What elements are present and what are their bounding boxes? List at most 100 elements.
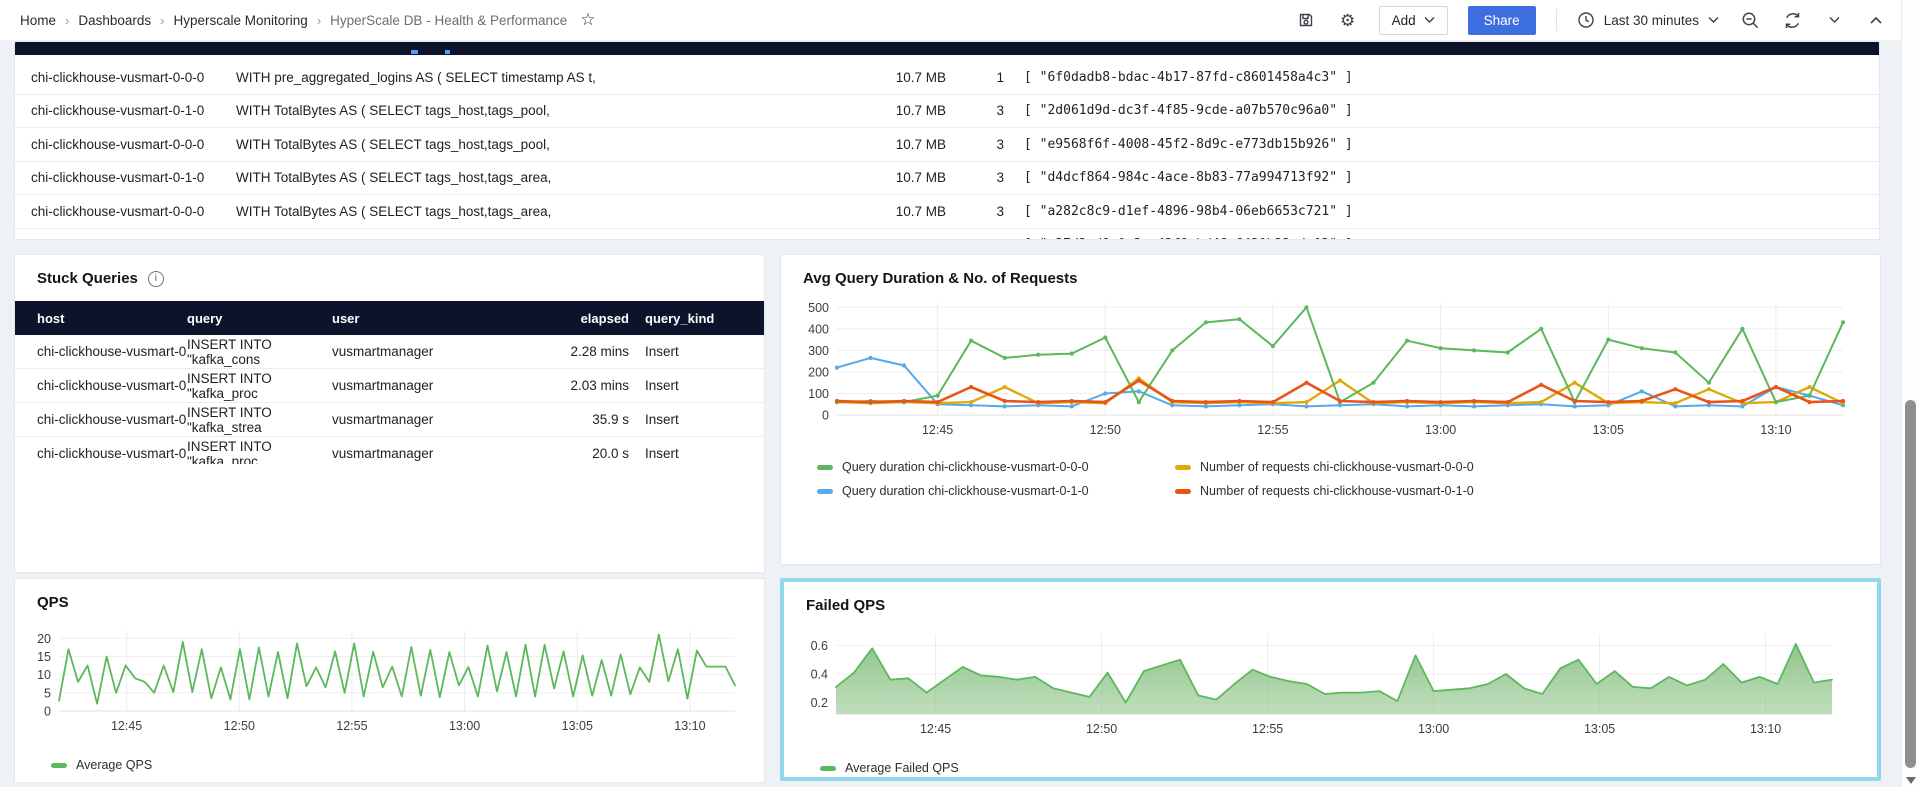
size-cell: 10.7 MB: [861, 103, 946, 118]
count-cell: 3: [946, 204, 1004, 219]
table-row[interactable]: chi-clickhouse-vusmart-0-1-0 WITH TotalB…: [15, 95, 1879, 129]
clipped-table-header: [15, 42, 1879, 55]
clipped-header-text: [445, 50, 450, 54]
host-cell: chi-clickhouse-vusmart-0: [37, 378, 187, 393]
svg-text:300: 300: [808, 344, 829, 358]
failed-qps-chart[interactable]: 0.20.40.612:4512:5012:5513:0013:0513:10: [794, 624, 1844, 752]
user-cell: vusmartmanager: [332, 412, 547, 427]
breadcrumb-home[interactable]: Home: [20, 13, 56, 28]
table-row[interactable]: chi-clickhouse-vusmart-0 INSERT INTO "ka…: [15, 335, 764, 369]
stuck-queries-header: host query user elapsed query_kind: [15, 301, 764, 335]
column-header-query[interactable]: query: [187, 311, 332, 326]
svg-text:12:45: 12:45: [922, 423, 953, 437]
table-row[interactable]: chi-clickhouse-vusmart-0-0-0 WITH TotalB…: [15, 128, 1879, 162]
share-button[interactable]: Share: [1468, 6, 1536, 35]
query-log-rows: chi-clickhouse-vusmart-0-0-0 WITH pre_ag…: [15, 55, 1879, 240]
chevron-up-icon[interactable]: [1865, 9, 1887, 31]
query-cell: WITH pre_aggregated_logins AS ( SELECT t…: [236, 70, 861, 85]
count-cell: 1: [946, 70, 1004, 85]
size-cell: 10.7 MB: [861, 137, 946, 152]
svg-text:0: 0: [44, 705, 51, 719]
qps-chart[interactable]: 0510152012:4512:5012:5513:0013:0513:10: [25, 621, 745, 749]
table-row[interactable]: chi-clickhouse-vusmart-0-1-0 WITH TotalB…: [15, 162, 1879, 196]
count-cell: 3: [946, 103, 1004, 118]
legend-item[interactable]: Number of requests chi-clickhouse-vusmar…: [1175, 484, 1870, 498]
table-row[interactable]: chi-clickhouse-vusmart-0 INSERT INTO "ka…: [15, 437, 764, 464]
svg-text:13:00: 13:00: [449, 719, 480, 733]
settings-gear-icon[interactable]: ⚙: [1337, 9, 1359, 31]
host-cell: chi-clickhouse-vusmart-0-1-0: [31, 237, 236, 240]
legend-item[interactable]: Query duration chi-clickhouse-vusmart-0-…: [817, 484, 1165, 498]
table-row[interactable]: chi-clickhouse-vusmart-0-1-0 SELECT "not…: [15, 229, 1879, 241]
table-row[interactable]: chi-clickhouse-vusmart-0 INSERT INTO "ka…: [15, 403, 764, 437]
chart-legend: Query duration chi-clickhouse-vusmart-0-…: [791, 454, 1870, 498]
size-cell: 10.7 MB: [861, 170, 946, 185]
column-header-user[interactable]: user: [332, 311, 547, 326]
column-header-query-kind[interactable]: query_kind: [629, 311, 729, 326]
legend-label: Average Failed QPS: [845, 761, 959, 775]
table-row[interactable]: chi-clickhouse-vusmart-0-0-0 WITH pre_ag…: [15, 61, 1879, 95]
svg-text:13:10: 13:10: [674, 719, 705, 733]
svg-text:0: 0: [822, 409, 829, 423]
elapsed-cell: 35.9 s: [547, 412, 629, 427]
query-kind-cell: Insert: [629, 344, 729, 359]
svg-text:15: 15: [37, 650, 51, 664]
legend-swatch: [1175, 465, 1191, 470]
query-ids-cell: [ "a282c8c9-d1ef-4896-98b4-06eb6653c721"…: [1004, 204, 1879, 219]
breadcrumb-folder[interactable]: Hyperscale Monitoring: [174, 13, 308, 28]
avg-query-duration-chart[interactable]: 010020030040050012:4512:5012:5513:0013:0…: [791, 297, 1851, 449]
svg-text:13:10: 13:10: [1760, 423, 1791, 437]
avg-query-duration-panel: Avg Query Duration & No. of Requests 010…: [780, 254, 1881, 565]
user-cell: vusmartmanager: [332, 378, 547, 393]
legend-swatch: [1175, 489, 1191, 494]
count-cell: 3: [946, 170, 1004, 185]
scrollbar-thumb[interactable]: [1905, 400, 1916, 768]
svg-text:13:00: 13:00: [1418, 722, 1449, 736]
breadcrumb-separator: ›: [65, 13, 69, 28]
host-cell: chi-clickhouse-vusmart-0-0-0: [31, 204, 236, 219]
refresh-options-chevron-icon[interactable]: [1823, 9, 1845, 31]
svg-text:13:05: 13:05: [1584, 722, 1615, 736]
legend-item[interactable]: Query duration chi-clickhouse-vusmart-0-…: [817, 460, 1165, 474]
save-icon[interactable]: [1295, 9, 1317, 31]
legend-swatch: [51, 763, 67, 768]
svg-text:13:05: 13:05: [1593, 423, 1624, 437]
breadcrumb-current: HyperScale DB - Health & Performance: [330, 13, 567, 28]
legend-label: Query duration chi-clickhouse-vusmart-0-…: [842, 484, 1089, 498]
svg-text:0.6: 0.6: [811, 639, 828, 653]
dashboard-page: Home › Dashboards › Hyperscale Monitorin…: [0, 0, 1918, 787]
legend-item[interactable]: Number of requests chi-clickhouse-vusmar…: [1175, 460, 1870, 474]
column-header-host[interactable]: host: [37, 311, 187, 326]
query-ids-cell: [ "e9568f6f-4008-45f2-8d9c-e773db15b926"…: [1004, 137, 1879, 152]
panel-title: Failed QPS: [806, 597, 885, 614]
favorite-star-icon[interactable]: ☆: [580, 10, 595, 30]
column-header-elapsed[interactable]: elapsed: [547, 311, 629, 326]
zoom-out-icon[interactable]: [1739, 9, 1761, 31]
info-icon[interactable]: i: [148, 271, 164, 287]
legend-item[interactable]: Average Failed QPS: [820, 761, 959, 775]
vertical-scrollbar[interactable]: [1901, 0, 1918, 787]
legend-item[interactable]: Average QPS: [51, 758, 152, 772]
add-button[interactable]: Add: [1379, 6, 1448, 35]
svg-text:12:55: 12:55: [1252, 722, 1283, 736]
query-cell: WITH TotalBytes AS ( SELECT tags_host,ta…: [236, 170, 861, 185]
svg-text:12:55: 12:55: [1257, 423, 1288, 437]
svg-text:13:00: 13:00: [1425, 423, 1456, 437]
count-cell: 1: [946, 237, 1004, 240]
breadcrumb-dashboards[interactable]: Dashboards: [78, 13, 151, 28]
refresh-icon[interactable]: [1781, 9, 1803, 31]
table-row[interactable]: chi-clickhouse-vusmart-0-0-0 WITH TotalB…: [15, 195, 1879, 229]
legend-swatch: [817, 489, 833, 494]
panel-title: QPS: [37, 594, 69, 611]
query-cell: INSERT INTO "kafka_cons: [187, 337, 332, 367]
table-row[interactable]: chi-clickhouse-vusmart-0 INSERT INTO "ka…: [15, 369, 764, 403]
legend-swatch: [817, 465, 833, 470]
query-cell: INSERT INTO "kafka_proc: [187, 371, 332, 401]
scrollbar-down-arrow[interactable]: [1906, 777, 1916, 784]
time-range-selector[interactable]: Last 30 minutes: [1577, 11, 1719, 29]
add-button-label: Add: [1392, 13, 1416, 28]
qps-panel: QPS 0510152012:4512:5012:5513:0013:0513:…: [14, 578, 765, 783]
query-log-table-panel: chi-clickhouse-vusmart-0-0-0 WITH pre_ag…: [14, 41, 1880, 240]
svg-text:0.2: 0.2: [811, 696, 828, 710]
query-cell: WITH TotalBytes AS ( SELECT tags_host,ta…: [236, 204, 861, 219]
